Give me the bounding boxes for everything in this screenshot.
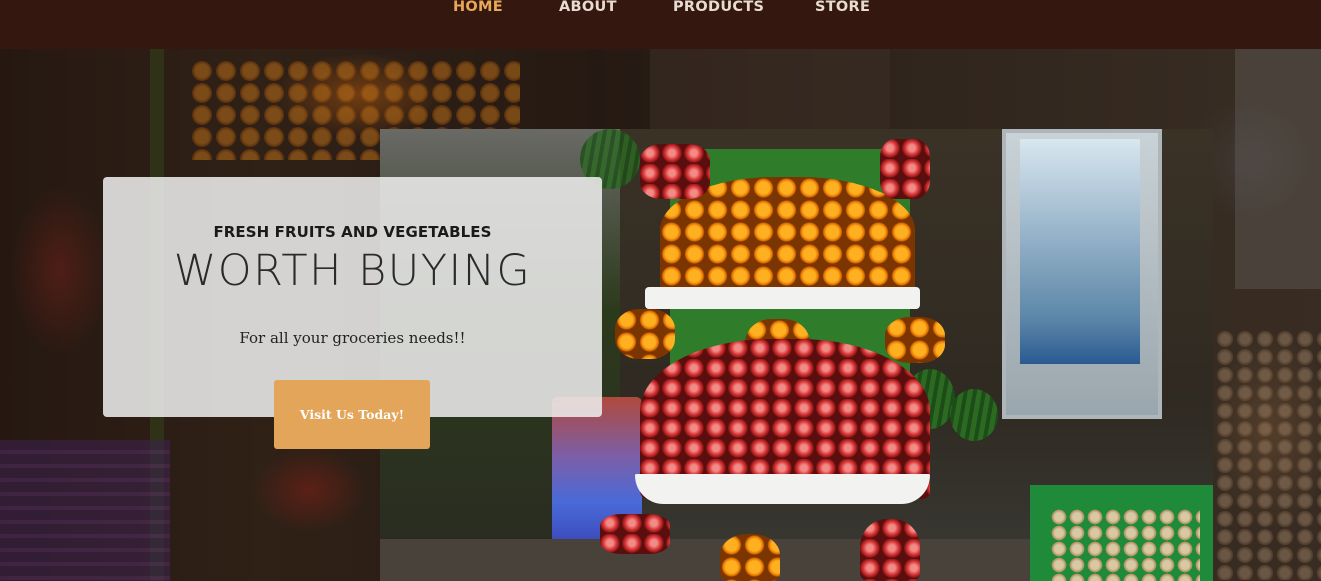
nav-item-products[interactable]: PRODUCTS — [673, 0, 764, 15]
nav-item-about[interactable]: ABOUT — [559, 0, 617, 15]
hero-subtitle: For all your groceries needs!! — [239, 329, 466, 347]
visit-us-button[interactable]: Visit Us Today! — [274, 380, 430, 449]
page: HOME ABOUT PRODUCTS STORE FRESH FRUITS A… — [0, 0, 1321, 581]
nav-item-home[interactable]: HOME — [453, 0, 503, 15]
hero-headline: WORTH BUYING — [173, 246, 532, 296]
hero-kicker: FRESH FRUITS AND VEGETABLES — [213, 223, 492, 241]
top-navigation: HOME ABOUT PRODUCTS STORE — [0, 0, 1321, 49]
nav-item-store[interactable]: STORE — [815, 0, 870, 15]
